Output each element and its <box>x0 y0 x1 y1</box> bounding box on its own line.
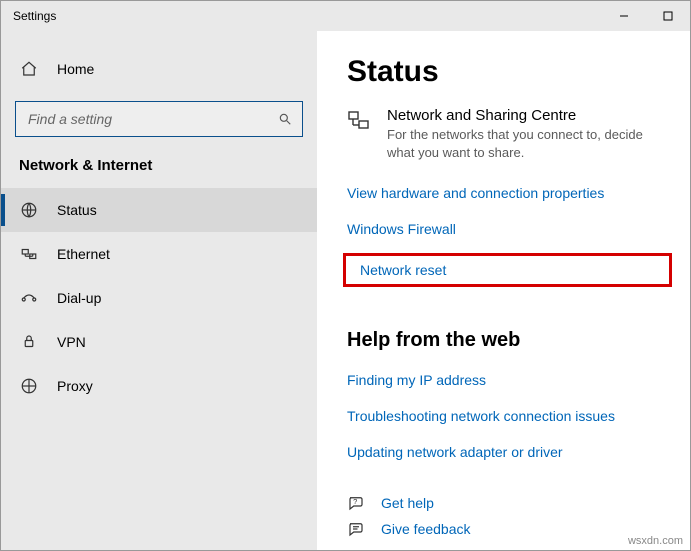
titlebar: Settings <box>1 1 690 31</box>
sidebar-item-status[interactable]: Status <box>1 188 317 232</box>
windows-firewall-link[interactable]: Windows Firewall <box>347 221 672 237</box>
maximize-button[interactable] <box>646 1 690 31</box>
sidebar-item-vpn[interactable]: VPN <box>1 320 317 364</box>
ethernet-icon <box>19 244 39 264</box>
vpn-icon <box>19 332 39 352</box>
troubleshooting-link[interactable]: Troubleshooting network connection issue… <box>347 408 672 424</box>
sidebar-item-label: VPN <box>57 334 86 350</box>
network-sharing-text: Network and Sharing Centre For the netwo… <box>387 107 672 161</box>
sidebar-item-proxy[interactable]: Proxy <box>1 364 317 408</box>
give-feedback-row[interactable]: Give feedback <box>347 520 672 538</box>
sidebar-category: Network & Internet <box>1 147 317 188</box>
help-from-web-heading: Help from the web <box>347 329 672 352</box>
home-label: Home <box>57 61 94 77</box>
home-nav[interactable]: Home <box>1 49 317 89</box>
sidebar-item-label: Proxy <box>57 378 93 394</box>
sidebar: Home Network & Internet Status <box>1 31 317 550</box>
watermark: wsxdn.com <box>628 535 683 547</box>
sidebar-item-label: Ethernet <box>57 246 110 262</box>
home-icon <box>19 59 39 79</box>
get-help-link: Get help <box>381 495 434 511</box>
sidebar-item-label: Status <box>57 202 97 218</box>
updating-adapter-link[interactable]: Updating network adapter or driver <box>347 444 672 460</box>
network-sharing-desc: For the networks that you connect to, de… <box>387 126 672 161</box>
minimize-button[interactable] <box>602 1 646 31</box>
search-wrap <box>1 97 317 147</box>
feedback-icon <box>347 520 367 538</box>
dialup-icon <box>19 288 39 308</box>
svg-text:?: ? <box>353 497 357 506</box>
finding-ip-link[interactable]: Finding my IP address <box>347 372 672 388</box>
status-icon <box>19 200 39 220</box>
network-reset-link[interactable]: Network reset <box>343 253 672 287</box>
sidebar-item-label: Dial-up <box>57 290 101 306</box>
search-input[interactable] <box>26 110 278 128</box>
search-box[interactable] <box>15 101 303 137</box>
get-help-icon: ? <box>347 494 367 512</box>
view-hardware-link[interactable]: View hardware and connection properties <box>347 185 672 201</box>
network-sharing-heading: Network and Sharing Centre <box>387 107 672 124</box>
search-icon <box>278 112 292 126</box>
network-sharing-row: Network and Sharing Centre For the netwo… <box>347 107 672 161</box>
network-sharing-icon <box>347 107 373 161</box>
sidebar-item-ethernet[interactable]: Ethernet <box>1 232 317 276</box>
window-title: Settings <box>13 9 602 23</box>
content-pane: Status Network and Sharing Centre For th… <box>317 31 690 550</box>
proxy-icon <box>19 376 39 396</box>
get-help-row[interactable]: ? Get help <box>347 494 672 512</box>
page-title: Status <box>347 55 672 89</box>
give-feedback-link: Give feedback <box>381 521 471 537</box>
settings-window: Settings Home N <box>0 0 691 551</box>
window-body: Home Network & Internet Status <box>1 31 690 550</box>
sidebar-item-dialup[interactable]: Dial-up <box>1 276 317 320</box>
bottom-links: ? Get help Give feedback <box>347 470 672 546</box>
